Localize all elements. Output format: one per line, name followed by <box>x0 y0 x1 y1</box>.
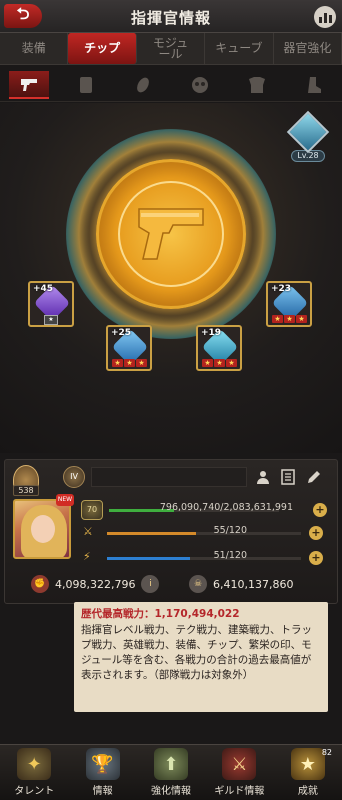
bar-chart-icon <box>318 17 322 23</box>
subtab-grenade[interactable] <box>123 71 163 99</box>
avatar-face <box>31 515 55 543</box>
nav-info-label: 情報 <box>92 786 113 797</box>
nav-achievement[interactable]: 82 ★ 成就 <box>274 745 342 800</box>
tab-chip[interactable]: チップ <box>68 33 137 64</box>
add-stamina-button[interactable]: + <box>309 526 323 540</box>
chip-plus-label: +23 <box>271 284 292 294</box>
card-icon <box>79 76 92 93</box>
user-block-icon[interactable] <box>253 466 275 488</box>
nav-guild-info-label: ギルド情報 <box>214 786 265 797</box>
chip-level-badge[interactable]: Lv.28 <box>286 110 330 163</box>
chip-rank-icon: ★ <box>44 315 58 325</box>
lightning-icon: ⚡ <box>83 550 91 563</box>
chip-slot-3[interactable]: +25 ★ ★ ★ <box>106 325 152 371</box>
highest-power-tooltip: 歴代最高戦力：1,170,494,022 指揮官レベル戦力、テク戦力、建築戦力、… <box>74 602 328 712</box>
subtab-mask[interactable] <box>180 71 220 99</box>
achievement-count: 82 <box>321 748 333 757</box>
list-icon[interactable] <box>277 466 299 488</box>
commander-level-badge: 70 <box>81 500 103 520</box>
power-progress-value: 796,090,740/2,083,631,991 <box>159 502 293 513</box>
power-fist-icon: ✊ <box>31 575 49 593</box>
talent-icon: ✦ <box>17 748 52 780</box>
avatar[interactable] <box>13 499 71 559</box>
page-title: 指揮官情報 <box>130 9 211 27</box>
tab-cube[interactable]: キューブ <box>205 33 274 64</box>
info-icon[interactable]: i <box>141 575 160 593</box>
kills-total-row: ☠ 6,410,137,860 <box>189 574 293 594</box>
nav-info[interactable]: 🏆 情報 <box>68 745 136 800</box>
commander-profile-panel: 538 IV NEW 70 796,090,740/2,083,631,991 … <box>4 459 338 604</box>
chip-plus-label: +25 <box>111 328 132 338</box>
mask-icon <box>191 76 208 93</box>
chip-slot-2[interactable]: +23 ★ ★ ★ <box>266 281 312 327</box>
power-total-value: 4,098,322,796 <box>55 577 136 591</box>
subtab-pistol[interactable] <box>8 70 49 99</box>
chip-slot-1[interactable]: +45 ★ <box>28 281 74 327</box>
chip-slot-4[interactable]: +19 ★ ★ ★ <box>196 325 242 371</box>
rank-value: 538 <box>13 485 39 496</box>
armor-icon <box>248 76 265 93</box>
stamina-progress-row: ⚔ 55/120 + <box>83 525 323 541</box>
bottom-navigation: ✦ タレント 🏆 情報 ⬆ 強化情報 ⚔ ギルド情報 82 ★ 成就 <box>0 744 342 800</box>
nav-guild-info[interactable]: ⚔ ギルド情報 <box>205 745 273 800</box>
tooltip-body: 指揮官レベル戦力、テク戦力、建築戦力、トラップ戦力、英雄戦力、装備、チップ、繁栄… <box>81 624 312 681</box>
chip-stars: ★ ★ ★ <box>272 315 307 324</box>
achievement-icon: ★ <box>290 748 325 780</box>
boot-icon <box>307 76 321 93</box>
tab-organ-upgrade[interactable]: 器官強化 <box>274 33 342 64</box>
tab-equipment[interactable]: 装備 <box>0 33 69 64</box>
chip-stars: ★ ★ ★ <box>202 359 237 368</box>
energy-value: 51/120 <box>213 550 247 561</box>
chip-category-bar <box>0 68 342 102</box>
energy-progress-row: ⚡ 51/120 + <box>83 550 323 566</box>
guild-icon: ⚔ <box>222 748 257 780</box>
nav-achievement-label: 成就 <box>297 786 318 797</box>
sword-icon: ⚔ <box>83 525 93 538</box>
chip-display-area: Lv.28 +45 ★ +23 ★ ★ ★ +25 ★ ★ ★ +19 ★ ★ ★ <box>0 103 342 453</box>
subtab-armor[interactable] <box>237 71 277 99</box>
stats-button[interactable] <box>314 6 336 28</box>
commander-name-field <box>91 467 247 487</box>
chip-plus-label: +19 <box>201 328 222 338</box>
power-progress-row: 796,090,740/2,083,631,991 + <box>105 502 327 518</box>
trophy-icon: 🏆 <box>85 748 120 780</box>
tab-module[interactable]: モジュ ール <box>137 33 206 64</box>
add-energy-button[interactable]: + <box>309 551 323 565</box>
nav-upgrade-info-label: 強化情報 <box>151 786 192 797</box>
energy-progress-fill <box>107 557 191 560</box>
upgrade-icon: ⬆ <box>154 748 189 780</box>
chip-stars: ★ ★ ★ <box>112 359 147 368</box>
subtab-card[interactable] <box>66 71 106 99</box>
edit-icon[interactable] <box>303 466 325 488</box>
power-total-row[interactable]: ✊ 4,098,322,796 i <box>31 574 160 594</box>
stamina-progress-track <box>107 532 301 535</box>
kills-total-value: 6,410,137,860 <box>213 577 294 591</box>
tab-bar: 装備 チップ モジュ ール キューブ 器官強化 <box>0 33 342 65</box>
grenade-icon <box>136 77 149 92</box>
nav-upgrade-info[interactable]: ⬆ 強化情報 <box>137 745 205 800</box>
nav-talent[interactable]: ✦ タレント <box>0 745 68 800</box>
subtab-boot[interactable] <box>294 71 334 99</box>
stamina-progress-fill <box>107 532 197 535</box>
level-gem-icon <box>286 110 330 154</box>
header-bar: ⮌ 指揮官情報 <box>0 0 342 33</box>
pistol-icon <box>20 78 37 91</box>
vip-badge-icon[interactable]: IV <box>63 466 85 488</box>
skull-icon: ☠ <box>189 575 207 593</box>
energy-progress-track <box>107 557 301 560</box>
nav-talent-label: タレント <box>14 786 55 797</box>
add-power-button[interactable]: + <box>313 503 327 517</box>
stamina-value: 55/120 <box>213 525 247 536</box>
bar-chart-icon-bar <box>323 13 327 23</box>
chip-plus-label: +45 <box>33 284 54 294</box>
tooltip-title: 歴代最高戦力：1,170,494,022 <box>81 608 240 620</box>
pistol-icon <box>138 208 204 260</box>
new-badge: NEW <box>56 494 74 506</box>
bar-chart-icon-bar <box>328 15 332 23</box>
